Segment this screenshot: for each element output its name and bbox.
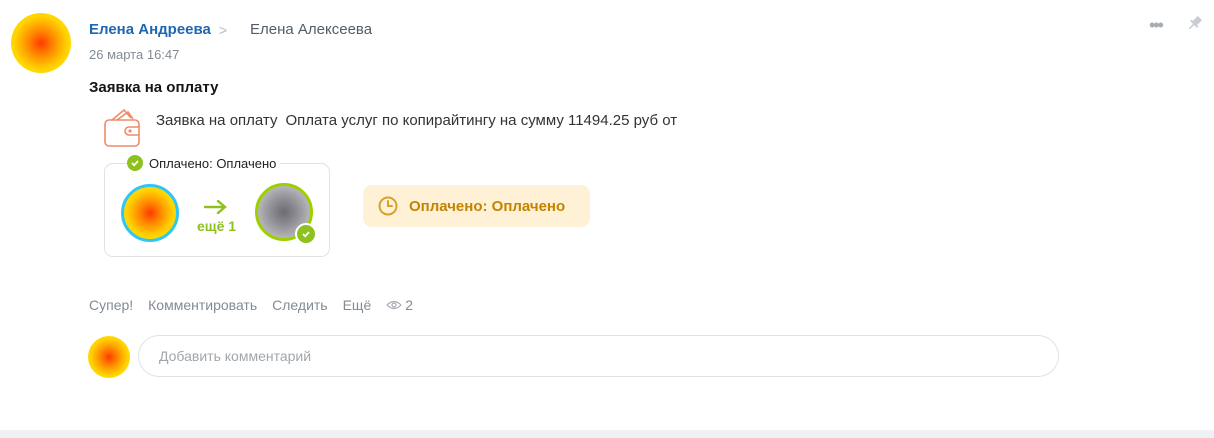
- status-card-label: Оплачено: Оплачено: [127, 155, 281, 171]
- comment-input[interactable]: [138, 335, 1059, 377]
- like-button[interactable]: Супер!: [89, 297, 133, 313]
- feed-post: Елена Андреева > Елена Алексеева 26 март…: [0, 0, 1214, 430]
- request-description: Оплата услуг по копирайтингу на сумму 11…: [285, 112, 678, 129]
- more-dots-icon[interactable]: •••: [1149, 15, 1164, 36]
- post-actions: Супер! Комментировать Следить Ещё 2: [89, 297, 413, 313]
- recipient-name-link[interactable]: Елена Алексеева: [250, 21, 372, 38]
- chevron-right-icon: >: [219, 22, 228, 38]
- post-title: Заявка на оплату: [89, 79, 219, 96]
- author-avatar[interactable]: [11, 13, 71, 73]
- arrow-right-icon: [203, 199, 227, 215]
- eye-icon: [386, 300, 403, 310]
- pin-icon[interactable]: [1186, 14, 1204, 32]
- more-participants-link[interactable]: ещё 1: [197, 218, 236, 234]
- sender-avatar[interactable]: [121, 184, 179, 242]
- follow-button[interactable]: Следить: [272, 297, 327, 313]
- clock-icon: [378, 196, 398, 216]
- check-icon: [295, 223, 317, 245]
- status-pill-text: Оплачено: Оплачено: [409, 197, 566, 215]
- comment-button[interactable]: Комментировать: [148, 297, 257, 313]
- status-card-label-text: Оплачено: Оплачено: [149, 155, 277, 171]
- current-user-avatar: [88, 336, 130, 378]
- post-date[interactable]: 26 марта 16:47: [89, 47, 179, 62]
- author-name-link[interactable]: Елена Андреева: [89, 21, 211, 38]
- more-actions-button[interactable]: Ещё: [343, 297, 372, 313]
- request-summary: Заявка на оплату Оплата услуг по копирайт…: [156, 112, 677, 129]
- wallet-icon: [104, 108, 140, 147]
- status-pill: Оплачено: Оплачено: [363, 185, 590, 227]
- views-count: 2: [405, 297, 414, 313]
- check-icon: [127, 155, 143, 171]
- views-counter[interactable]: 2: [386, 297, 413, 313]
- feed-divider: [0, 430, 1214, 438]
- request-type-label: Заявка на оплату: [156, 112, 278, 129]
